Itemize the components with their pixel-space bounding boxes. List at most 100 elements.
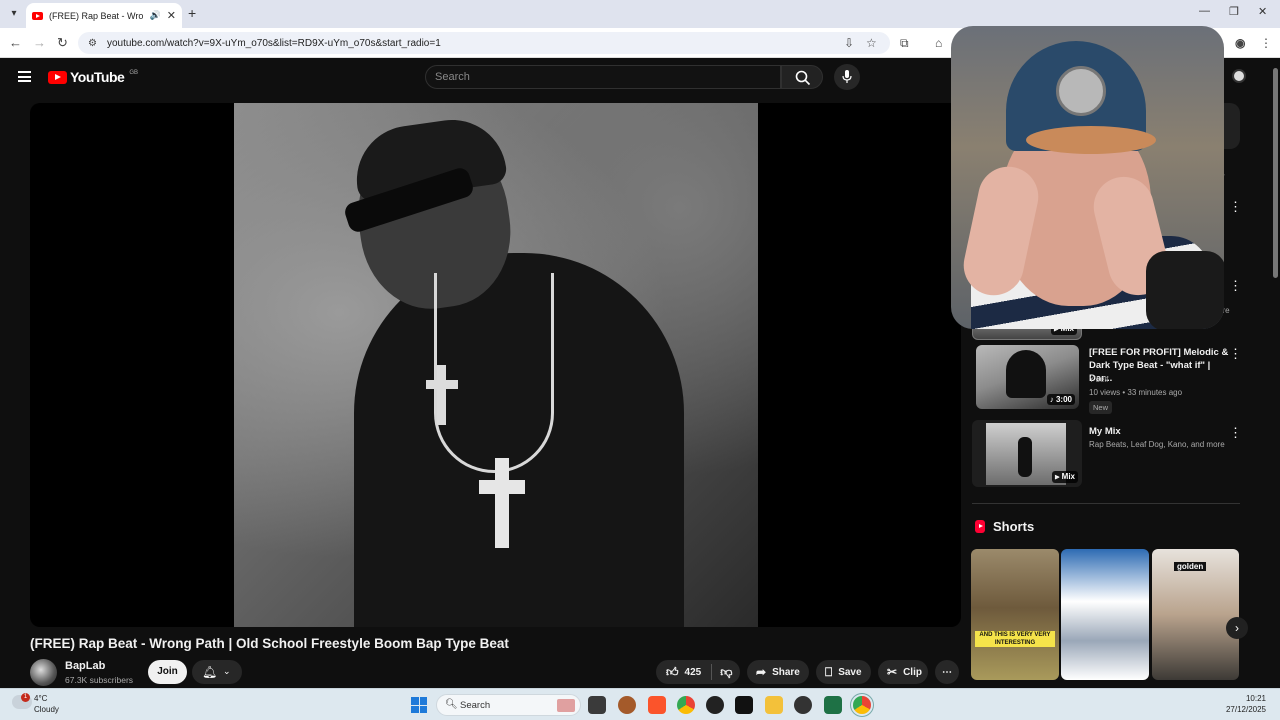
region-code: GB xyxy=(129,69,138,76)
save-label: Save xyxy=(838,666,862,678)
search-icon: 🔍︎ xyxy=(445,699,458,710)
recommended-channel[interactable]: Y'self xyxy=(1089,375,1108,384)
tab-search-dropdown[interactable]: ▾ xyxy=(6,6,22,22)
bookmark-star-icon[interactable]: ☆ xyxy=(866,36,877,50)
short-thumbnail[interactable] xyxy=(1061,549,1149,680)
more-actions-button[interactable]: ⋯ xyxy=(935,660,959,684)
brave-browser-icon[interactable] xyxy=(648,696,666,714)
weather-condition[interactable]: Cloudy xyxy=(34,705,59,714)
clip-button[interactable]: ✂ Clip xyxy=(878,660,928,684)
chevron-down-icon: ⌄ xyxy=(223,666,231,676)
search-input[interactable]: Search xyxy=(425,65,781,89)
recommended-video-title[interactable]: [FREE FOR PROFIT] Melodic & Dark Type Be… xyxy=(1089,346,1229,385)
minimize-button[interactable]: — xyxy=(1199,5,1210,17)
notification-badge: 1 xyxy=(21,693,30,702)
save-button[interactable]: ⎕ Save xyxy=(816,660,871,684)
address-bar[interactable]: ⚙ youtube.com/watch?v=9X-uYm_o70s&list=R… xyxy=(78,32,890,54)
scissors-icon: ✂ xyxy=(887,665,898,679)
mix-thumbnail[interactable]: ⫸ Mix xyxy=(972,420,1082,487)
shorts-icon xyxy=(975,520,985,533)
temperature[interactable]: 4°C xyxy=(34,694,47,703)
bell-icon: 🔔︎ xyxy=(202,665,218,679)
bookmark-icon: ⎕ xyxy=(825,664,833,679)
short-thumbnail[interactable]: golden xyxy=(1152,549,1239,680)
voice-search-button[interactable] xyxy=(834,64,860,90)
search-icon xyxy=(795,70,811,86)
back-icon[interactable]: ← xyxy=(9,35,22,50)
share-button[interactable]: ➦ Share xyxy=(747,660,809,684)
chrome-active-icon[interactable] xyxy=(853,696,871,714)
share-label: Share xyxy=(772,666,800,678)
mix-badge: ⫸ Mix xyxy=(1051,471,1078,483)
close-window-button[interactable]: ✕ xyxy=(1258,5,1267,18)
item-menu-icon[interactable]: ⋮ xyxy=(1229,346,1242,362)
browser-tab-active[interactable]: (FREE) Rap Beat - Wrong Path 🔊 ✕ xyxy=(26,3,182,28)
dislike-icon[interactable]: 👎︎ xyxy=(720,665,732,680)
mix-title[interactable]: My Mix xyxy=(1089,425,1229,438)
browser-menu-icon[interactable]: ⋮ xyxy=(1260,36,1272,50)
search-button[interactable] xyxy=(781,65,823,89)
join-button[interactable]: Join xyxy=(148,660,187,684)
site-info-icon[interactable]: ⚙ xyxy=(88,38,97,49)
share-icon: ➦ xyxy=(756,665,767,679)
taskbar-search[interactable]: 🔍︎ Search xyxy=(436,694,581,716)
youtube-header: YouTube GB Search xyxy=(0,58,960,98)
app-icon[interactable] xyxy=(618,696,636,714)
chrome-icon[interactable] xyxy=(677,696,695,714)
account-avatar[interactable] xyxy=(1232,69,1246,83)
new-tab-button[interactable]: + xyxy=(188,6,196,20)
youtube-favicon-icon xyxy=(32,11,43,20)
video-frame-artwork xyxy=(234,103,758,627)
duration-badge: ♪ 3:00 xyxy=(1046,394,1075,405)
item-menu-icon[interactable]: ⋮ xyxy=(1229,278,1242,294)
clock-date[interactable]: 27/12/2025 xyxy=(1204,705,1266,714)
maximize-button[interactable]: ❐ xyxy=(1229,5,1239,18)
windows-start-icon[interactable] xyxy=(411,697,427,713)
url-text[interactable]: youtube.com/watch?v=9X-uYm_o70s&list=RD9… xyxy=(107,38,441,49)
new-badge: New xyxy=(1089,401,1113,414)
shorts-next-button[interactable]: › xyxy=(1226,617,1248,639)
clock-time[interactable]: 10:21 xyxy=(1222,694,1266,703)
channel-avatar[interactable] xyxy=(30,659,57,686)
folder-icon[interactable] xyxy=(765,696,783,714)
more-horizontal-icon: ⋯ xyxy=(942,666,952,678)
forward-icon[interactable]: → xyxy=(33,35,46,50)
windows-taskbar: 1 4°C Cloudy 🔍︎ Search 10:21 27/12/2025 xyxy=(0,688,1280,720)
profile-icon[interactable]: ◉ xyxy=(1235,36,1245,50)
video-player[interactable] xyxy=(30,103,961,627)
recommended-meta: 10 views • 33 minutes ago xyxy=(1089,388,1183,397)
extension-2-icon[interactable]: ⌂ xyxy=(935,36,942,50)
short-caption: AND THIS IS VERY VERY INTERESTING xyxy=(975,631,1055,647)
menu-icon[interactable] xyxy=(18,71,31,82)
short-thumbnail[interactable]: AND THIS IS VERY VERY INTERESTING xyxy=(971,549,1059,680)
youtube-play-icon xyxy=(48,70,67,84)
youtube-logo[interactable]: YouTube GB xyxy=(48,69,138,85)
extensions-icon[interactable]: ⧉ xyxy=(900,36,909,51)
channel-name[interactable]: BapLab xyxy=(65,660,105,672)
file-explorer-app-icon[interactable] xyxy=(588,696,606,714)
browser-tab-bar: ▾ (FREE) Rap Beat - Wrong Path 🔊 ✕ + — ❐… xyxy=(0,0,1280,28)
speaker-icon[interactable]: 🔊 xyxy=(150,10,161,21)
page-scrollbar[interactable] xyxy=(1270,58,1280,688)
item-menu-icon[interactable]: ⋮ xyxy=(1229,199,1242,215)
youtube-logo-text: YouTube xyxy=(70,69,125,85)
excel-icon[interactable] xyxy=(824,696,842,714)
subscription-notification-button[interactable]: 🔔︎ ⌄ xyxy=(192,660,242,684)
tab-title: (FREE) Rap Beat - Wrong Path xyxy=(49,10,144,21)
webcam-overlay xyxy=(951,26,1224,329)
mix-description: Rap Beats, Leaf Dog, Kano, and more xyxy=(1089,440,1225,449)
video-thumbnail[interactable]: ♪ 3:00 xyxy=(976,345,1079,409)
app-icon[interactable] xyxy=(794,696,812,714)
reload-icon[interactable]: ↻ xyxy=(57,35,68,51)
app-icon[interactable] xyxy=(706,696,724,714)
like-icon[interactable]: 👍︎ xyxy=(666,665,679,680)
tiktok-icon[interactable] xyxy=(735,696,753,714)
item-menu-icon[interactable]: ⋮ xyxy=(1229,425,1242,441)
like-count[interactable]: 425 xyxy=(685,667,702,678)
close-tab-icon[interactable]: ✕ xyxy=(167,9,176,22)
microphone-icon xyxy=(842,70,852,83)
like-dislike-group: 👍︎ 425 👎︎ xyxy=(656,660,740,684)
subscriber-count: 67.3K subscribers xyxy=(65,675,134,685)
install-app-icon[interactable]: ⇩ xyxy=(844,36,854,50)
taskbar-search-label: Search xyxy=(460,700,491,711)
